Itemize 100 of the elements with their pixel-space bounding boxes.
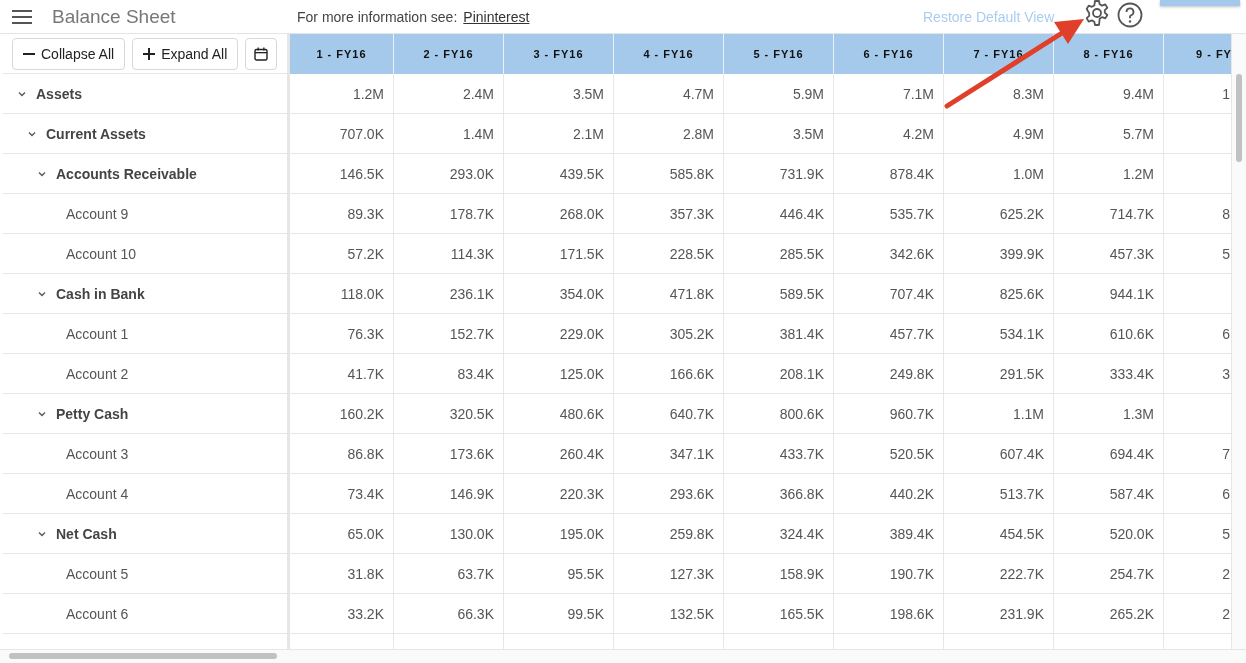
table-cell: 471.8K bbox=[669, 285, 714, 302]
table-cell: 236.1K bbox=[449, 285, 494, 302]
page-title: Balance Sheet bbox=[52, 5, 177, 28]
row-label: Account 4 bbox=[66, 485, 129, 502]
table-cell: 130.0K bbox=[449, 525, 494, 542]
table-cell: 800.6K bbox=[779, 405, 824, 422]
table-cell: 439.5K bbox=[559, 165, 604, 182]
table-cell: 5.9M bbox=[792, 85, 824, 102]
table-cell: 535.7K bbox=[889, 205, 934, 222]
column-header[interactable]: 1 - FY16 bbox=[290, 34, 394, 74]
table-cell: 66.3K bbox=[457, 605, 494, 622]
table-cell: 520.5K bbox=[889, 445, 934, 462]
column-header[interactable]: 5 - FY16 bbox=[724, 34, 834, 74]
column-header[interactable]: 8 - FY16 bbox=[1054, 34, 1164, 74]
table-cell: 878.4K bbox=[889, 165, 934, 182]
table-cell: 114.3K bbox=[450, 245, 494, 262]
table-cell: 707.4K bbox=[889, 285, 934, 302]
table-cell: 127.3K bbox=[669, 565, 714, 582]
table-cell: 454.5K bbox=[999, 525, 1044, 542]
table-cell: 65.0K bbox=[347, 525, 384, 542]
table-cell: 324.4K bbox=[779, 525, 824, 542]
column-header[interactable]: 9 - FY bbox=[1164, 34, 1231, 74]
table-cell: 173.6K bbox=[449, 445, 494, 462]
row-label: Petty Cash bbox=[56, 405, 129, 422]
settings-icon[interactable] bbox=[1083, 0, 1111, 27]
table-cell: 5.7M bbox=[1122, 125, 1154, 142]
table-cell: 291.5K bbox=[999, 365, 1044, 382]
table-cell: 165.5K bbox=[779, 605, 824, 622]
table-cell: 347.1K bbox=[669, 445, 714, 462]
table-cell: 357.3K bbox=[669, 205, 714, 222]
table-cell: 2.1M bbox=[572, 125, 604, 142]
table-cell: 1.3M bbox=[1122, 405, 1154, 422]
table-cell: 433.7K bbox=[779, 445, 824, 462]
column-header[interactable]: 6 - FY16 bbox=[834, 34, 944, 74]
table-cell: 254.7K bbox=[1109, 565, 1154, 582]
table-cell: 1.2M bbox=[1122, 165, 1154, 182]
table-cell: 152.7K bbox=[449, 325, 494, 342]
table-cell: 171.5K bbox=[559, 245, 604, 262]
table-cell: 265.2K bbox=[1109, 605, 1154, 622]
row-label: Accounts Receivable bbox=[56, 165, 197, 182]
table-cell: 95.5K bbox=[567, 565, 604, 582]
table-cell: 220.3K bbox=[559, 485, 604, 502]
table-cell: 229.0K bbox=[559, 325, 604, 342]
table-cell: 86.8K bbox=[347, 445, 384, 462]
info-link[interactable]: Pininterest bbox=[463, 8, 530, 25]
table-cell: 4.2M bbox=[902, 125, 934, 142]
row-label: Account 6 bbox=[66, 605, 129, 622]
table-cell: 1 bbox=[1222, 85, 1230, 102]
table-cell: 5 bbox=[1222, 245, 1230, 262]
table-cell: 8.3M bbox=[1012, 85, 1044, 102]
scrollbar-thumb[interactable] bbox=[1236, 74, 1242, 162]
table-cell: 585.8K bbox=[669, 165, 714, 182]
table-cell: 6 bbox=[1222, 485, 1230, 502]
table-cell: 160.2K bbox=[339, 405, 384, 422]
table-cell: 41.7K bbox=[347, 365, 384, 382]
table-cell: 268.0K bbox=[559, 205, 604, 222]
row-label: Cash in Bank bbox=[56, 285, 145, 302]
table-cell: 33.2K bbox=[347, 605, 384, 622]
table-cell: 2.4M bbox=[462, 85, 494, 102]
table-cell: 63.7K bbox=[457, 565, 494, 582]
menu-icon[interactable] bbox=[12, 8, 32, 25]
table-cell: 825.6K bbox=[999, 285, 1044, 302]
table-cell: 6 bbox=[1222, 325, 1230, 342]
table-cell: 305.2K bbox=[669, 325, 714, 342]
vertical-scrollbar[interactable] bbox=[1231, 34, 1246, 649]
table-cell: 76.3K bbox=[347, 325, 384, 342]
table-cell: 118.0K bbox=[340, 285, 384, 302]
table-cell: 83.4K bbox=[457, 365, 494, 382]
column-header[interactable]: 3 - FY16 bbox=[504, 34, 614, 74]
table-cell: 285.5K bbox=[779, 245, 824, 262]
table-cell: 260.4K bbox=[559, 445, 604, 462]
table-cell: 73.4K bbox=[347, 485, 384, 502]
table-cell: 1.0M bbox=[1012, 165, 1044, 182]
collapse-all-button[interactable]: Collapse All bbox=[12, 37, 126, 70]
table-cell: 354.0K bbox=[559, 285, 604, 302]
table-cell: 125.0K bbox=[559, 365, 604, 382]
table-cell: 31.8K bbox=[347, 565, 384, 582]
scrollbar-thumb[interactable] bbox=[9, 653, 277, 659]
table-cell: 457.3K bbox=[1109, 245, 1154, 262]
table-cell: 222.7K bbox=[999, 565, 1044, 582]
table-cell: 399.9K bbox=[999, 245, 1044, 262]
calendar-button[interactable] bbox=[245, 37, 278, 70]
table-cell: 178.7K bbox=[449, 205, 494, 222]
expand-all-button[interactable]: Expand All bbox=[132, 37, 239, 70]
table-cell: 166.6K bbox=[669, 365, 714, 382]
table-cell: 3 bbox=[1222, 365, 1230, 382]
table-cell: 342.6K bbox=[889, 245, 934, 262]
column-header[interactable]: 4 - FY16 bbox=[614, 34, 724, 74]
column-header[interactable]: 7 - FY16 bbox=[944, 34, 1054, 74]
table-cell: 440.2K bbox=[889, 485, 934, 502]
table-cell: 146.9K bbox=[449, 485, 494, 502]
table-cell: 320.5K bbox=[449, 405, 494, 422]
table-cell: 446.4K bbox=[779, 205, 824, 222]
table-cell: 1.4M bbox=[462, 125, 494, 142]
table-cell: 366.8K bbox=[779, 485, 824, 502]
table-cell: 293.6K bbox=[669, 485, 714, 502]
table-cell: 381.4K bbox=[779, 325, 824, 342]
help-icon[interactable] bbox=[1117, 1, 1143, 28]
column-header[interactable]: 2 - FY16 bbox=[394, 34, 504, 74]
table-cell: 589.5K bbox=[779, 285, 824, 302]
